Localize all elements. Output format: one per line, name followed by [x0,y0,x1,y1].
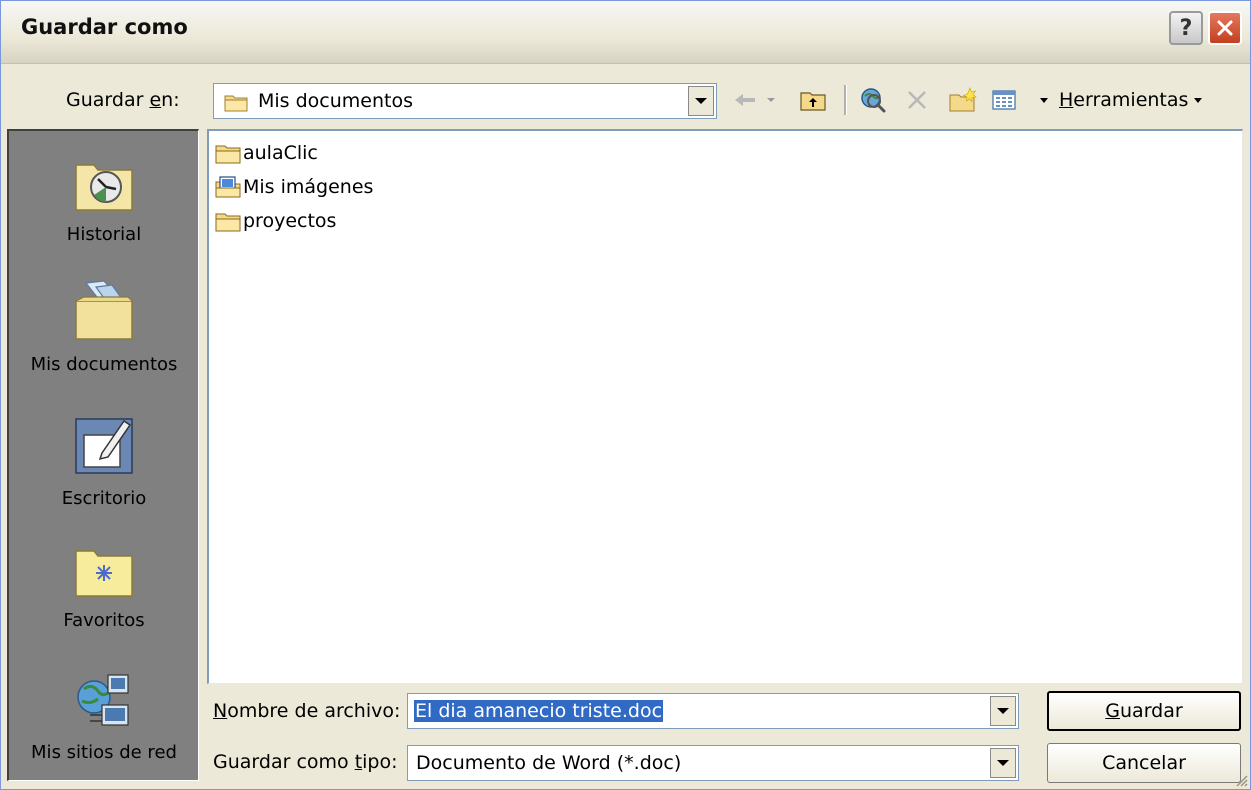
file-list[interactable]: aulaClic Mis imágenes proyectos [207,129,1243,684]
views-button[interactable] [989,85,1019,115]
up-one-level-button[interactable] [795,85,831,115]
back-arrow-icon [735,94,755,106]
file-name: aulaClic [243,142,318,164]
filetype-dropdown-button[interactable] [990,748,1016,778]
save-as-dialog: Guardar como ? Guardar en: Mis documento… [0,0,1251,790]
help-icon: ? [1179,15,1193,41]
toolbar-separator [843,85,847,115]
filetype-select[interactable]: Documento de Word (*.doc) [407,745,1019,781]
new-folder-icon [949,87,977,112]
place-label: Historial [66,224,142,245]
chevron-down-icon [767,98,775,102]
cancel-button-label: Cancelar [1102,752,1186,774]
tools-menu-button[interactable]: Herramientas [1059,85,1209,115]
place-desktop[interactable]: Escritorio [9,413,199,509]
delete-button[interactable] [901,85,933,115]
file-name: Mis imágenes [243,176,374,198]
place-my-documents[interactable]: Mis documentos [9,279,199,375]
save-in-dropdown-button[interactable] [688,86,714,116]
place-label: Mis sitios de red [31,742,177,763]
list-item[interactable]: aulaClic [215,139,318,167]
filename-label: Nombre de archivo: [213,700,401,722]
new-folder-button[interactable] [945,85,981,115]
save-in-value: Mis documentos [258,90,413,112]
save-in-label: Guardar en: [66,89,180,111]
place-history[interactable]: Historial [9,155,199,245]
filetype-label: Guardar como tipo: [213,751,398,773]
chevron-down-icon [997,760,1009,766]
views-list-icon [992,90,1016,110]
favorites-icon [75,550,133,597]
place-network[interactable]: Mis sitios de red [9,671,199,763]
place-label: Favoritos [63,610,145,631]
filetype-value: Documento de Word (*.doc) [416,752,682,774]
views-dropdown[interactable] [1037,85,1051,115]
cancel-button[interactable]: Cancelar [1047,743,1241,783]
place-label: Mis documentos [30,354,178,375]
file-name: proyectos [243,210,337,232]
back-button[interactable] [729,85,761,115]
filename-dropdown-button[interactable] [990,696,1016,726]
chevron-down-icon [997,708,1009,714]
back-history-dropdown[interactable] [763,85,779,115]
save-button[interactable]: Guardar [1047,691,1241,731]
list-item[interactable]: Mis imágenes [215,173,373,201]
save-button-label: Guardar [1105,700,1183,722]
place-favorites[interactable]: Favoritos [9,543,199,631]
place-label: Escritorio [61,488,147,509]
filename-value: El dia amanecio triste.doc [414,700,664,722]
up-folder-icon [800,92,826,111]
list-item[interactable]: proyectos [215,207,336,235]
chevron-down-icon [1040,97,1048,103]
desktop-icon [75,418,133,474]
dialog-title: Guardar como [21,15,188,39]
close-icon [1217,20,1233,36]
resize-grip-icon[interactable] [1234,773,1248,787]
places-bar: Historial Mis documentos Escritorio Favo… [7,129,199,781]
search-web-button[interactable] [855,85,891,115]
search-web-icon [861,88,886,113]
chevron-down-icon [1194,97,1203,103]
help-button[interactable]: ? [1169,11,1203,45]
close-button[interactable] [1208,11,1242,45]
save-in-combo[interactable]: Mis documentos [213,83,717,119]
filename-input[interactable]: El dia amanecio triste.doc [407,693,1019,729]
folder-icon [224,95,248,112]
pictures-folder-icon [215,176,241,198]
my-documents-icon [75,280,133,340]
network-places-icon [77,674,129,726]
title-bar[interactable]: Guardar como ? [1,1,1250,64]
delete-x-icon [908,91,926,109]
chevron-down-icon [695,98,707,104]
folder-icon [215,145,241,164]
tools-menu-label: Herramientas [1059,89,1189,111]
folder-icon [215,213,241,232]
history-icon [75,164,133,211]
